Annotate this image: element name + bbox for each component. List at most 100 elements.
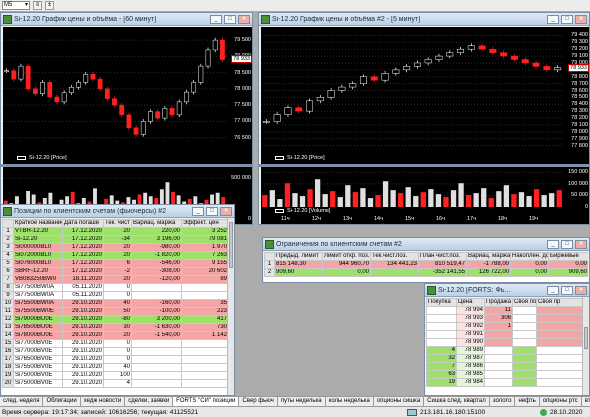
table-row[interactable]: 10 Si75500BW0A 29.10.2020 40 -160,00 35 [2,299,228,308]
row-number: 9 [2,291,14,300]
table-cell: 0 [103,355,132,364]
minimize-button[interactable]: _ [547,14,559,24]
table-row[interactable]: 5 Si076000BL0 17.12.2020 6 -546,00 9 155 [2,259,228,268]
column-header[interactable]: Предыд. лимит [274,252,323,261]
minimize-button[interactable]: _ [547,239,559,249]
column-header[interactable]: Тек.чист.поз. [370,252,419,261]
close-button[interactable]: × [575,239,587,249]
table-row[interactable]: 17 Si76500BV0E 29.10.2020 0 [2,355,228,364]
table-row[interactable]: 8 Si77500BW0A 05.11.2020 0 [2,283,228,292]
workspace-tab[interactable]: FORTS "СИ" позиции [173,397,240,406]
table-row[interactable]: 15 Si77000BV0E 29.10.2020 0 [2,339,228,348]
orderbook-row[interactable]: 78 990 [426,338,583,347]
positions-scrollbar[interactable] [227,218,234,395]
close-button[interactable]: × [220,206,232,216]
workspace-tab[interactable]: Сишка след. квартал [424,397,490,406]
minimize-button[interactable]: _ [547,285,559,295]
price-cell: 78 993 [456,314,485,323]
column-header[interactable]: Эффект. цен [181,219,228,228]
positions-titlebar[interactable]: Позиции по клиентским счетам (фьючерсы) … [1,205,234,218]
chart2-titlebar[interactable]: Si-12.20 График цены и объёма #2 - [5 ми… [259,13,589,26]
table-row[interactable]: 6 SBRF-12.20 17.12.2020 -2 -308,00 20 602 [2,267,228,276]
workspace-tab[interactable]: хедж новости [80,397,126,406]
scroll-thumb[interactable] [584,327,588,349]
column-header[interactable]: Вариац. маржа [466,252,511,261]
close-button[interactable]: × [575,14,587,24]
chart2-volume-pane[interactable]: 150 000 100 000 50 000 0 Si-12.20 [Volume] … [261,167,589,224]
scroll-thumb[interactable] [229,222,233,268]
workspace-tab[interactable]: Свер фьюч [239,397,278,406]
workspace-tab[interactable]: сделки, заявки [125,397,174,406]
toolbar-bars-button[interactable]: ≡ [33,1,42,10]
column-header[interactable]: Накоплен. доход [510,252,549,261]
chart1-price-axis: 79 50079 00078 50078 00077 50077 00076 5… [226,27,252,164]
column-header[interactable]: Продажа [484,298,513,307]
maximize-button[interactable]: □ [561,239,573,249]
table-row[interactable]: 1 VTBR-12.20 17.12.2020 20 220,00 3 252 [2,227,228,236]
orderbook-row[interactable]: 7 78 986 [426,362,583,371]
orderbook-titlebar[interactable]: Si-12.20 [FORTS: Фь... _ □ × [425,284,589,297]
workspace-tab[interactable]: втб [581,397,590,406]
orderbook-scrollbar[interactable] [582,297,589,395]
workspace-tab[interactable]: след. неделя [0,397,44,406]
column-header[interactable]: Краткое название [13,219,63,228]
workspace-tab[interactable]: колы неделька [325,397,374,406]
table-row[interactable]: 2 Si-12.20 17.12.2020 -34 3 196,00 79 081 [2,235,228,244]
orderbook-row[interactable]: 19 78 984 [426,378,583,387]
orderbook-row[interactable]: 63 78 985 [426,370,583,379]
table-row[interactable]: 4 Si072000BL0 17.12.2020 20 -1 820,00 7 263 [2,251,228,260]
workspace-tab[interactable]: опционы сишка [373,397,425,406]
orderbook-row[interactable]: 4 78 989 [426,346,583,355]
workspace-tab[interactable]: золото [489,397,516,406]
column-header[interactable]: Цена [456,298,485,307]
orderbook-row[interactable]: 78 993 306 [426,314,583,323]
table-cell: 909,60 [274,268,323,277]
table-cell [181,291,228,300]
column-header[interactable]: Покупка [426,298,457,307]
chart1-titlebar[interactable]: Si-12.20 График цены и объёма - [60 мину… [1,13,252,26]
table-row[interactable]: 18 Si75500BV0E 29.10.2020 40 [2,363,228,372]
column-header[interactable]: Своя по [512,298,537,307]
workspace-tab[interactable]: опционы ртс [539,397,582,406]
table-row[interactable]: 11 Si75500BW0E 29.10.2020 50 -100,00 223 [2,307,228,316]
column-header[interactable]: Лимит откр. поз. [322,252,371,261]
minimize-button[interactable]: _ [210,14,222,24]
column-header[interactable]: Тек. чист [103,219,132,228]
workspace-tab[interactable]: Облигации [43,397,81,406]
column-header[interactable]: Вариац. маржа [131,219,182,228]
table-row[interactable]: 9 Si77500BW0A 05.11.2020 0 [2,291,228,300]
table-row[interactable]: 1 815 148,30 944 960,70 134 441,23 810 519,4… [264,260,588,269]
maximize-button[interactable]: □ [224,14,236,24]
table-row[interactable]: 2 909,60 0,00 -352 141,55 126 722,00 0,00 909,… [264,268,588,277]
workspace-tab[interactable]: нефть [515,397,540,406]
limits-titlebar[interactable]: Ограничения по клиентским счетам #2 _ □ … [263,238,589,251]
table-row[interactable]: 7 VB083250BW0 18.11.2020 20 -120,00 89 [2,275,228,284]
table-row[interactable]: 16 Si77000BV0E 29.10.2020 0 [2,347,228,356]
chart2-price-pane[interactable]: 79 40079 30079 20079 10079 00078 90078 8… [261,27,589,164]
close-button[interactable]: × [575,285,587,295]
table-row[interactable]: 3 Si000000BL0 17.12.2020 20 -980,00 1 970 [2,243,228,252]
close-button[interactable]: × [238,14,250,24]
table-row[interactable]: 12 Si79000BU0E 29.10.2020 -80 3 200,00 417 [2,315,228,324]
table-row[interactable]: 14 Si78000BU0E 29.10.2020 20 -1 540,00 1 142 [2,331,228,340]
maximize-button[interactable]: □ [561,285,573,295]
maximize-button[interactable]: □ [561,14,573,24]
orderbook-row[interactable]: 32 78 987 [426,354,583,363]
minimize-button[interactable]: _ [192,206,204,216]
workspace-tab[interactable]: путы неделька [277,397,326,406]
maximize-button[interactable]: □ [206,206,218,216]
toolbar-zoom-button[interactable]: ± [45,1,54,10]
column-header[interactable]: Биржевые [548,252,588,261]
status-date: 28.10.2020 [550,408,583,416]
orderbook-row[interactable]: 78 992 1 [426,322,583,331]
column-header[interactable]: Дата погаше [62,219,104,228]
table-row[interactable]: 20 Si75000BV0E 29.10.2020 4 [2,379,228,388]
table-row[interactable]: 19 Si75000BV0E 29.10.2020 100 [2,371,228,380]
column-header[interactable]: План чист.поз. [418,252,467,261]
interval-select[interactable]: M5 ▾ [2,1,30,10]
orderbook-row[interactable]: 78 994 11 [426,306,583,315]
orderbook-row[interactable]: 78 991 [426,330,583,339]
table-row[interactable]: 13 Si78500BU0E 29.10.2020 30 -1 630,00 730 [2,323,228,332]
chart1-price-pane[interactable]: 79 50079 00078 50078 00077 50077 00076 5… [3,27,252,164]
column-header[interactable]: Своя пр [536,298,583,307]
